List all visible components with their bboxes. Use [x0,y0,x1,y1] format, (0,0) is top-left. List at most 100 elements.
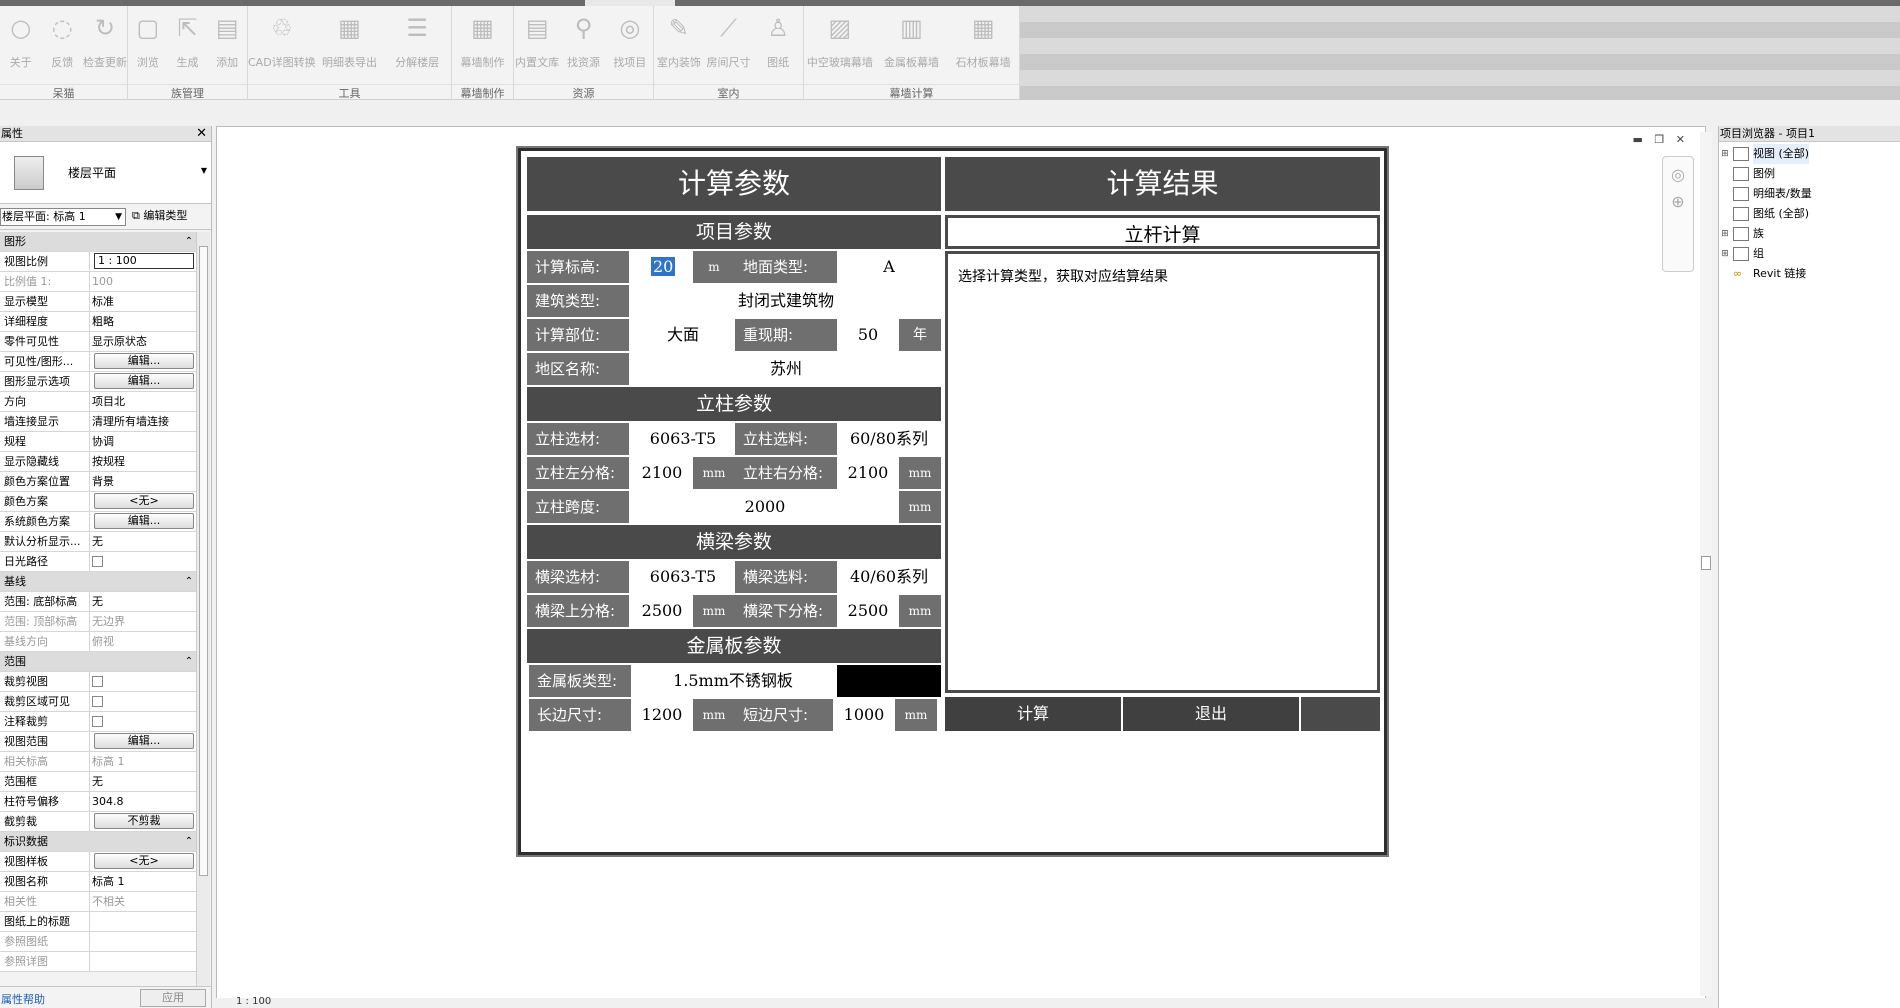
scroll-thumb[interactable] [1701,556,1711,570]
beam-top-input[interactable]: 2500 [631,595,693,627]
property-edit-button[interactable]: 编辑... [94,513,194,529]
property-checkbox[interactable] [92,556,103,567]
property-value[interactable]: <无> [90,852,196,871]
edit-type-button[interactable]: ⧉ 编辑类型 [132,208,187,224]
recycle-icon: ♲ [271,14,293,42]
column-right-input[interactable]: 2100 [837,457,899,489]
browse-button[interactable]: ▢ 浏览 [128,8,168,74]
property-value[interactable] [90,552,196,571]
curtain-make-button[interactable]: ▦ 幕墙制作 [452,8,513,74]
find-resource-button[interactable]: ⚲ 找资源 [560,8,606,74]
building-type-select[interactable]: 封闭式建筑物 [631,285,941,317]
long-side-input[interactable]: 1200 [631,699,693,731]
schedule-export-button[interactable]: ▦ 明细表导出 [316,8,384,74]
beam-material-select[interactable]: 6063-T5 [631,561,735,593]
split-floors-button[interactable]: ☰ 分解楼层 [383,8,451,74]
region-select[interactable]: 苏州 [631,353,941,385]
column-span-input[interactable]: 2000 [631,491,899,523]
expand-icon[interactable]: ⊞ [1719,224,1731,244]
properties-scrollbar[interactable] [196,232,210,986]
property-section[interactable]: 图形 ⌃ [0,232,196,252]
calc-part-select[interactable]: 大面 [631,319,735,351]
feedback-button[interactable]: ◌ 反馈 [42,8,84,74]
browser-node[interactable]: ⊞ 组 [1719,244,1900,264]
expand-icon[interactable]: ⊞ [1719,244,1731,264]
interior-decor-button[interactable]: ✎ 室内装饰 [654,8,704,74]
calc-height-input[interactable]: 20 [631,251,693,283]
browser-node[interactable]: ⊞ 视图 (全部) [1719,144,1900,164]
property-value[interactable]: 编辑... [90,372,196,391]
property-value[interactable]: 编辑... [90,732,196,751]
property-section-label: 标识数据 [4,835,48,848]
property-value[interactable]: <无> [90,492,196,511]
room-size-button[interactable]: ⟋ 房间尺寸 [704,8,754,74]
expand-icon[interactable]: ⊞ [1719,144,1731,164]
property-edit-button[interactable]: 编辑... [94,733,194,749]
cad-convert-button[interactable]: ♲ CAD详图转换 [248,8,316,74]
close-icon[interactable]: ✕ [196,126,207,142]
navigation-bar[interactable]: ◎ ⊕ [1662,156,1694,272]
property-value[interactable] [90,672,196,691]
return-period-select[interactable]: 50 [837,319,899,351]
property-value-text: 100 [92,275,113,288]
zoom-icon[interactable]: ⊕ [1663,192,1693,211]
property-edit-button[interactable]: <无> [94,853,194,869]
collapse-icon[interactable]: ⌃ [182,832,196,851]
collapse-icon[interactable]: ⌃ [182,652,196,671]
generate-button[interactable]: ⇱ 生成 [168,8,208,74]
steering-wheel-icon[interactable]: ◎ [1663,165,1693,184]
scroll-thumb[interactable] [199,246,208,876]
property-section[interactable]: 标识数据 ⌃ [0,832,196,852]
browser-node[interactable]: ⊞ 族 [1719,224,1900,244]
beam-profile-label: 横梁选料: [735,561,837,593]
property-checkbox[interactable] [92,716,103,727]
column-left-input[interactable]: 2100 [631,457,693,489]
short-side-input[interactable]: 1000 [833,699,895,731]
ribbon: ○ 关于 ◌ 反馈 ↻ 检查更新 呆猫 ▢ 浏览 ⇱ 生成 ▤ 添加 族管理 ♲ CAD详图转… [0,6,1020,100]
property-value[interactable]: 1 : 100 [90,252,196,271]
browser-node[interactable]: 图纸 (全部) [1719,204,1900,224]
add-button[interactable]: ▤ 添加 [207,8,247,74]
browser-node[interactable]: ∞ Revit 链接 [1719,264,1900,284]
property-section[interactable]: 范围 ⌃ [0,652,196,672]
column-profile-select[interactable]: 60/80系列 [837,423,941,455]
property-value[interactable] [90,692,196,711]
beam-bottom-input[interactable]: 2500 [837,595,899,627]
exit-button[interactable]: 退出 [1123,697,1299,731]
check-update-button[interactable]: ↻ 检查更新 [83,8,127,74]
property-checkbox[interactable] [92,696,103,707]
apply-button[interactable]: 应用 [140,989,206,1007]
property-section[interactable]: 基线 ⌃ [0,572,196,592]
metal-curtain-button[interactable]: ▥ 金属板幕墙 [876,8,948,74]
floor-selector[interactable]: 楼层平面: 标高 1 ▼ [0,208,126,226]
browser-node[interactable]: 图例 [1719,164,1900,184]
property-value[interactable]: 编辑... [90,352,196,371]
property-value[interactable] [90,712,196,731]
drawing-button[interactable]: ♙ 图纸 [753,8,803,74]
ground-type-select[interactable]: A [837,251,941,283]
collapse-icon[interactable]: ⌃ [182,572,196,591]
collapse-icon[interactable]: ⌃ [182,232,196,251]
library-button[interactable]: ▤ 内置文库 [514,8,560,74]
property-edit-button[interactable]: 编辑... [94,373,194,389]
column-material-select[interactable]: 6063-T5 [631,423,735,455]
property-checkbox[interactable] [92,676,103,687]
panel-type-select[interactable]: 1.5mm不锈钢板 [631,665,835,697]
about-button[interactable]: ○ 关于 [0,8,42,74]
property-value[interactable]: 不剪裁 [90,812,196,831]
browser-node[interactable]: 明细表/数量 [1719,184,1900,204]
calculate-button[interactable]: 计算 [945,697,1121,731]
glass-curtain-button[interactable]: ▨ 中空玻璃幕墙 [804,8,876,74]
property-edit-button[interactable]: 编辑... [94,353,194,369]
view-window-controls[interactable]: ▬ ❐ ✕ [1633,133,1689,146]
properties-help-link[interactable]: 属性帮助 [1,991,45,1007]
find-project-button[interactable]: ◎ 找项目 [607,8,653,74]
property-value[interactable]: 编辑... [90,512,196,531]
beam-profile-select[interactable]: 40/60系列 [837,561,941,593]
view-scale[interactable]: 1 : 100 [236,996,271,1007]
property-edit-button[interactable]: 不剪裁 [94,813,194,829]
canvas-scrollbar[interactable] [1700,132,1712,996]
stone-curtain-button[interactable]: ▦ 石材板幕墙 [947,8,1019,74]
property-edit-button[interactable]: <无> [94,493,194,509]
type-selector[interactable]: 楼层平面 ▼ [0,142,211,204]
